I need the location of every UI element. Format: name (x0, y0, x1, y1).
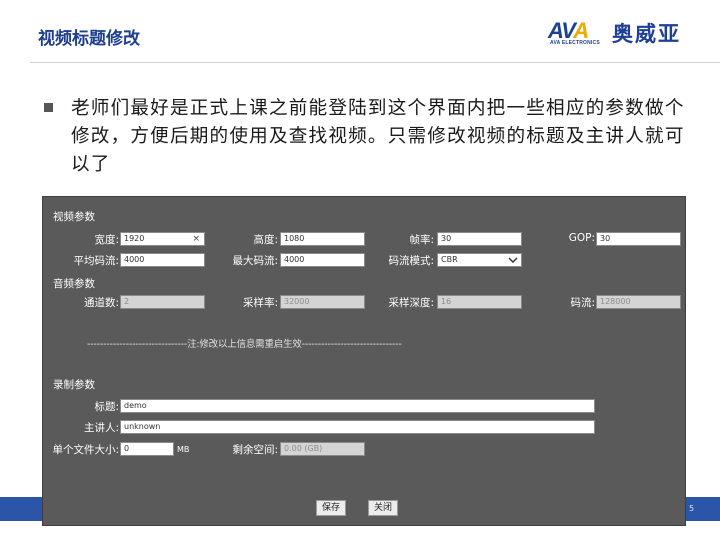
slide-title: 视频标题修改 (38, 29, 140, 49)
sampledepth-input: 16 (437, 295, 522, 309)
channels-input: 2 (120, 295, 205, 309)
page-number: 5 (689, 504, 695, 513)
height-label: 高度: (253, 234, 278, 246)
title-input[interactable]: demo (120, 399, 595, 413)
samplerate-input: 32000 (280, 295, 365, 309)
filesize-input[interactable]: 0 (120, 442, 174, 456)
max-bitrate-input[interactable]: 4000 (280, 253, 365, 267)
audio-params-heading: 音频参数 (53, 278, 95, 290)
bullet-text: 老师们最好是正式上课之前能登陆到这个界面内把一些相应的参数做个修改，方便后期的使… (71, 98, 685, 175)
filesize-label: 单个文件大小: (52, 444, 119, 456)
avg-bitrate-label: 平均码流: (73, 255, 119, 267)
width-input[interactable]: 1920 × (120, 232, 205, 246)
title-label: 标题: (94, 401, 119, 413)
avg-bitrate-input[interactable]: 4000 (120, 253, 205, 267)
video-params-heading: 视频参数 (53, 211, 95, 223)
header-divider (30, 62, 720, 63)
framerate-label: 帧率: (409, 234, 434, 246)
restart-notice: -------------------------------注:修改以上信息需… (87, 339, 402, 350)
framerate-input[interactable]: 30 (437, 232, 522, 246)
ava-logo: AVA AVA ELECTRONICS 奥威亚 (548, 16, 698, 50)
logo-subtitle: AVA ELECTRONICS (550, 40, 600, 46)
save-button[interactable]: 保存 (316, 500, 346, 516)
logo-chinese-name: 奥威亚 (612, 22, 681, 46)
samplerate-label: 采样率: (242, 297, 278, 309)
chevron-down-icon (508, 257, 518, 263)
speaker-label: 主讲人: (83, 422, 119, 434)
audio-bitrate-input: 128000 (596, 295, 681, 309)
width-label: 宽度: (94, 234, 119, 246)
channels-label: 通道数: (83, 297, 119, 309)
clear-x-icon[interactable]: × (192, 233, 200, 245)
height-input[interactable]: 1080 (280, 232, 365, 246)
rate-mode-select[interactable]: CBR (437, 253, 522, 267)
audio-bitrate-label: 码流: (570, 297, 595, 309)
rate-mode-label: 码流模式: (388, 255, 434, 267)
freespace-label: 剩余空间: (232, 444, 278, 456)
filesize-unit: MB (177, 445, 190, 454)
gop-label: GOP: (568, 232, 595, 244)
close-button[interactable]: 关闭 (368, 500, 398, 516)
bullet-square-icon (44, 103, 53, 112)
sampledepth-label: 采样深度: (388, 297, 434, 309)
gop-input[interactable]: 30 (596, 232, 681, 246)
max-bitrate-label: 最大码流: (232, 255, 278, 267)
record-params-heading: 录制参数 (53, 379, 95, 391)
video-settings-panel: 视频参数 宽度: 1920 × 高度: 1080 帧率: 30 GOP: 30 … (42, 196, 686, 526)
freespace-input: 0.00 (GB) (280, 442, 365, 456)
speaker-input[interactable]: unknown (120, 420, 595, 434)
